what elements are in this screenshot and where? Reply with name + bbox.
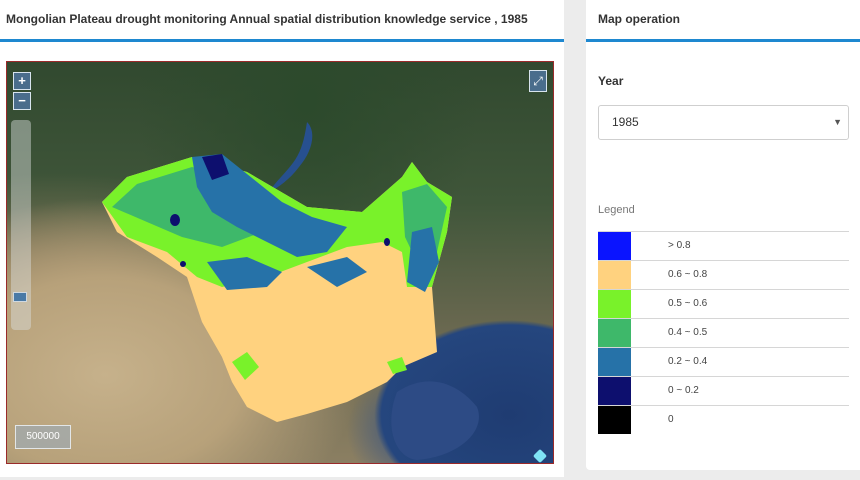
legend-label: 0.6 ~ 0.8 — [668, 269, 708, 280]
legend-label: 0.4 ~ 0.5 — [668, 327, 708, 338]
legend-label: 0 ~ 0.2 — [668, 385, 699, 396]
legend-swatch — [598, 348, 631, 376]
sea-area — [391, 381, 479, 460]
legend-label: 0.2 ~ 0.4 — [668, 356, 708, 367]
map-overlay — [102, 122, 479, 460]
legend-swatch — [598, 261, 631, 289]
legend-item: 0 ~ 0.2 — [598, 376, 849, 405]
zoom-in-button[interactable]: + — [13, 72, 31, 90]
legend-item: > 0.8 — [598, 231, 849, 260]
chevron-down-icon: ▼ — [833, 117, 842, 127]
zoom-out-button[interactable]: − — [13, 92, 31, 110]
legend-item: 0 — [598, 405, 849, 434]
map-operation-title: Map operation — [586, 0, 860, 42]
legend-swatch — [598, 377, 631, 405]
legend-label: > 0.8 — [668, 240, 691, 251]
map-panel: Mongolian Plateau drought monitoring Ann… — [0, 0, 564, 477]
lake-spot-3 — [180, 261, 186, 267]
legend-item: 0.5 ~ 0.6 — [598, 289, 849, 318]
map-scale: 500000 — [15, 425, 71, 449]
map-panel-title: Mongolian Plateau drought monitoring Ann… — [0, 0, 564, 42]
legend-item: 0.2 ~ 0.4 — [598, 347, 849, 376]
legend-swatch — [598, 232, 631, 260]
legend-swatch — [598, 290, 631, 318]
year-label: Year — [598, 74, 624, 88]
legend-swatch — [598, 319, 631, 347]
year-select[interactable]: 1985 ▼ — [598, 105, 849, 140]
zoom-slider-handle[interactable] — [13, 292, 27, 302]
legend: > 0.8 0.6 ~ 0.8 0.5 ~ 0.6 0.4 ~ 0.5 0.2 … — [598, 231, 849, 434]
map-operation-panel: Map operation Year 1985 ▼ Legend > 0.8 0… — [586, 0, 860, 470]
legend-label: 0 — [668, 414, 674, 425]
lake-spot-1 — [170, 214, 180, 226]
lake-baikal — [269, 122, 313, 192]
fullscreen-button[interactable]: ⤢ — [529, 70, 547, 92]
year-select-value: 1985 — [612, 115, 639, 129]
legend-swatch — [598, 406, 631, 434]
legend-title: Legend — [598, 204, 635, 216]
drought-map[interactable]: + − ⤢ 500000 — [6, 61, 554, 464]
legend-item: 0.4 ~ 0.5 — [598, 318, 849, 347]
lake-spot-2 — [384, 238, 390, 246]
legend-label: 0.5 ~ 0.6 — [668, 298, 708, 309]
legend-item: 0.6 ~ 0.8 — [598, 260, 849, 289]
